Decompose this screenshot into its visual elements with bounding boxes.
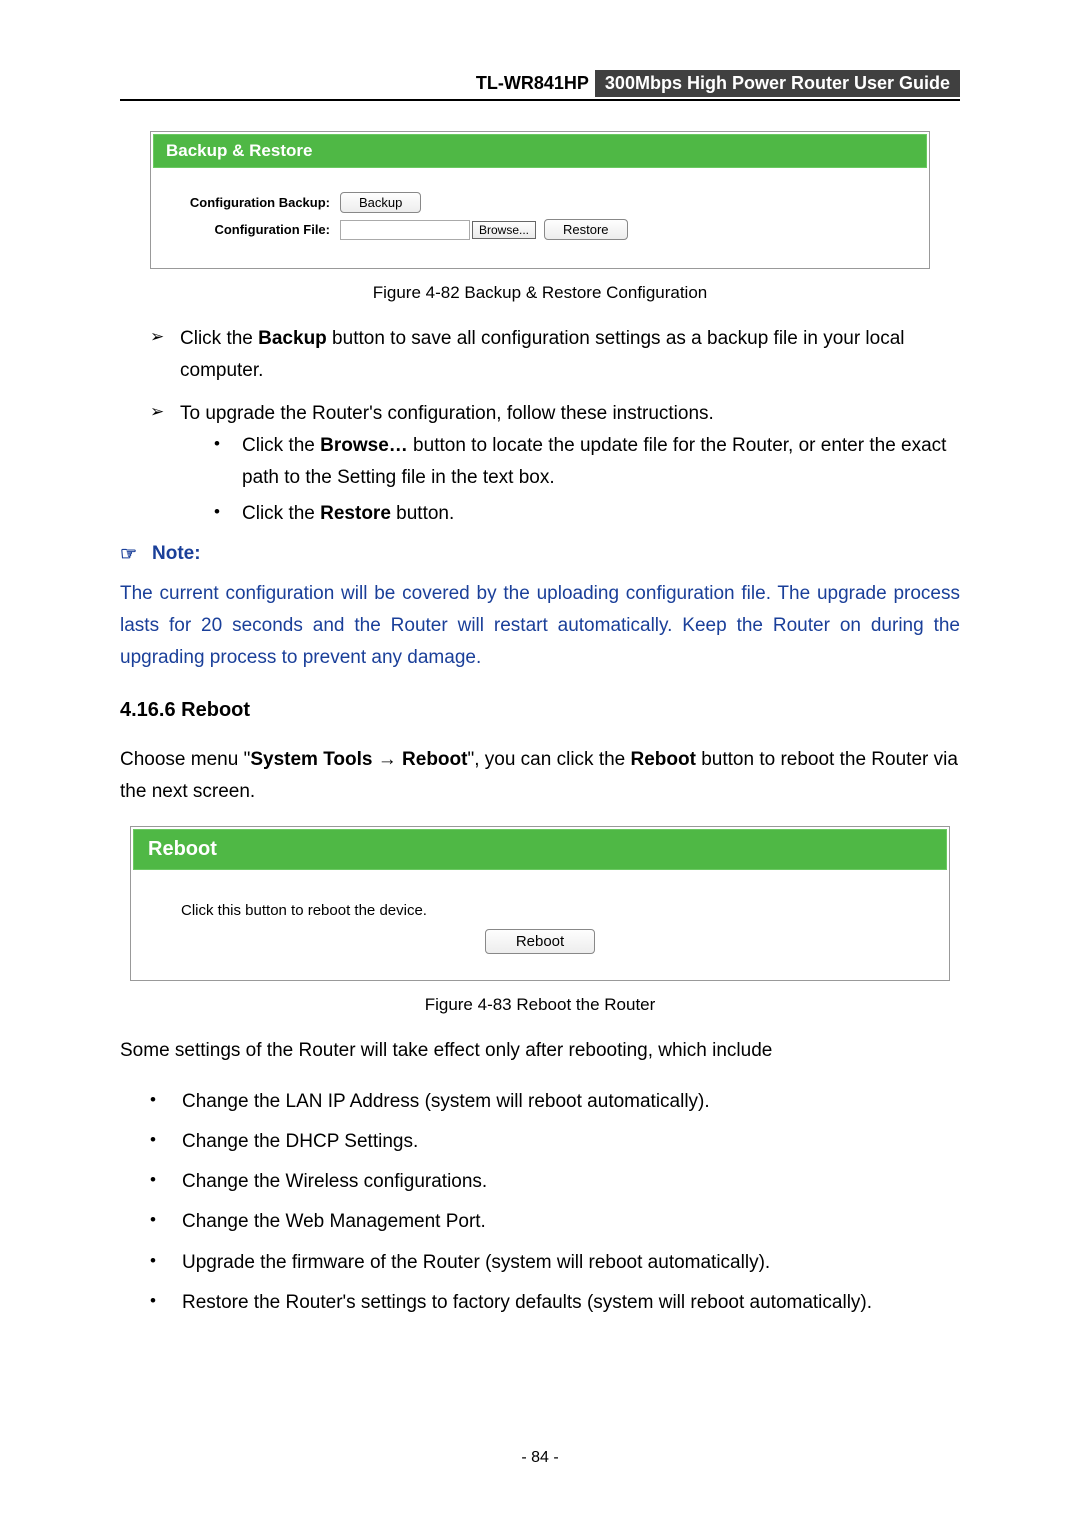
list-item: Change the Wireless configurations. (150, 1166, 960, 1198)
list-item: Upgrade the firmware of the Router (syst… (150, 1247, 960, 1279)
page-header: TL-WR841HP300Mbps High Power Router User… (120, 70, 960, 101)
list-item: Change the Web Management Port. (150, 1206, 960, 1238)
page-number: - 84 - (120, 1449, 960, 1467)
restore-button[interactable]: Restore (544, 219, 628, 240)
config-backup-label: Configuration Backup: (165, 195, 340, 210)
reboot-panel: Reboot Click this button to reboot the d… (130, 826, 950, 981)
reboot-intro-text: Choose menu "System Tools → Reboot", you… (120, 744, 960, 809)
note-heading: ☞ Note: (120, 543, 960, 566)
text: To upgrade the Router's configuration, f… (180, 403, 714, 424)
list-item: Change the LAN IP Address (system will r… (150, 1086, 960, 1118)
figure-caption-1: Figure 4-82 Backup & Restore Configurati… (120, 283, 960, 303)
text: button. (391, 503, 454, 524)
list-item: Change the DHCP Settings. (150, 1126, 960, 1158)
sub-instruction-item: Click the Restore button. (214, 498, 960, 530)
settings-intro-text: Some settings of the Router will take ef… (120, 1035, 960, 1067)
text: Choose menu " (120, 749, 250, 770)
model-label: TL-WR841HP (476, 73, 595, 93)
backup-restore-panel: Backup & Restore Configuration Backup: B… (150, 131, 930, 269)
backup-button[interactable]: Backup (340, 192, 421, 213)
sub-instruction-item: Click the Browse… button to locate the u… (214, 430, 960, 495)
list-item: Restore the Router's settings to factory… (150, 1287, 960, 1319)
text: Click the (242, 503, 320, 524)
panel-title-reboot: Reboot (133, 829, 947, 870)
instruction-item: Click the Backup button to save all conf… (150, 323, 960, 388)
bold-text: System Tools (250, 749, 372, 770)
bold-text: Backup (258, 328, 327, 349)
note-paragraph: The current configuration will be covere… (120, 578, 960, 675)
pointing-hand-icon: ☞ (120, 543, 142, 566)
bold-text: Restore (320, 503, 391, 524)
arrow-text: → (372, 749, 402, 770)
panel-title-backup: Backup & Restore (153, 134, 927, 168)
bold-text: Reboot (631, 749, 696, 770)
note-label: Note: (152, 543, 201, 565)
browse-button[interactable]: Browse... (472, 221, 536, 239)
instruction-item: To upgrade the Router's configuration, f… (150, 398, 960, 531)
config-file-label: Configuration File: (165, 222, 340, 237)
header-subtitle: 300Mbps High Power Router User Guide (595, 70, 960, 97)
figure-caption-2: Figure 4-83 Reboot the Router (120, 995, 960, 1015)
text: Click the (242, 435, 320, 456)
section-heading-reboot: 4.16.6 Reboot (120, 699, 960, 722)
reboot-button[interactable]: Reboot (485, 929, 595, 954)
text: ", you can click the (467, 749, 630, 770)
text: Click the (180, 328, 258, 349)
reboot-instruction: Click this button to reboot the device. (181, 902, 899, 919)
bold-text: Browse… (320, 435, 408, 456)
bold-text: Reboot (402, 749, 467, 770)
config-file-input[interactable] (340, 220, 470, 240)
